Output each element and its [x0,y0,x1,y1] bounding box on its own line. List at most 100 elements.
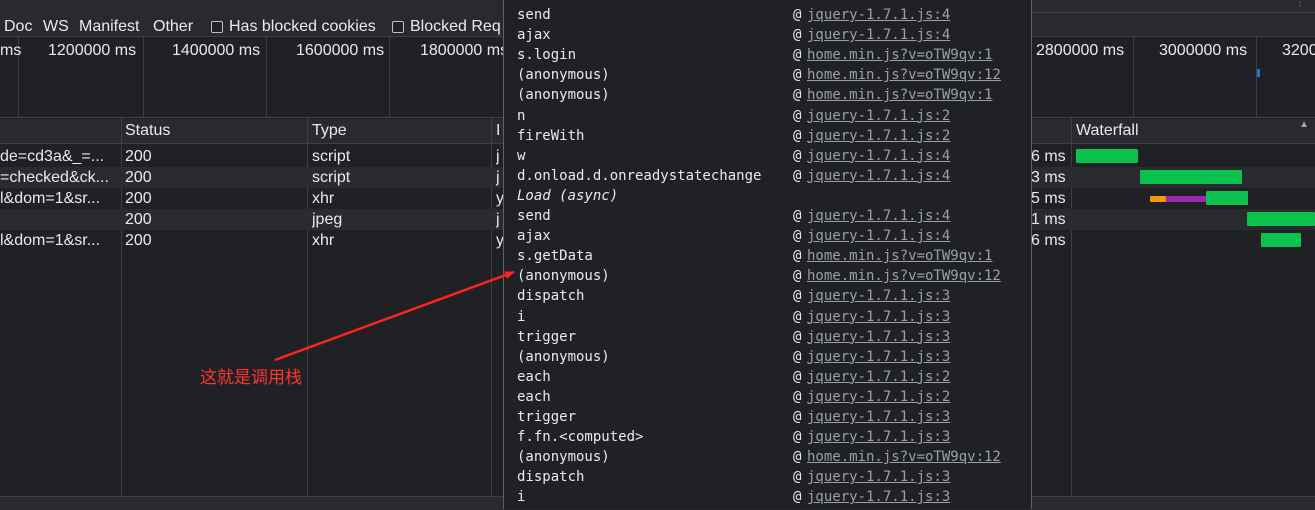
column-initiator[interactable]: I [492,119,500,143]
column-waterfall[interactable]: Waterfall [1072,119,1139,143]
request-name: de=cd3a&_=... [0,148,105,165]
function-name: f.fn.<computed> [517,429,644,446]
source-link[interactable]: jquery-1.7.1.js:3 [807,347,950,367]
tick-label: 3200 [1282,42,1315,59]
request-status: 200 [125,190,152,207]
at-symbol: @ [793,409,802,425]
at-symbol: @ [793,27,802,44]
filter-other[interactable]: Other [153,17,193,37]
source-link[interactable]: jquery-1.7.1.js:2 [807,106,950,126]
source-link[interactable]: home.min.js?v=oTW9qv:12 [807,447,1001,467]
initiator-call-stack-popup: send @ jquery-1.7.1.js:4 ajax @ jquery-1.7.1.… [503,0,1032,509]
function-name: dispatch [517,469,585,486]
function-name: (anonymous) [517,87,610,104]
request-initiator[interactable]: j [496,209,500,230]
at-symbol: @ [793,429,802,446]
function-name: s.login [517,47,577,64]
request-type: script [312,169,351,186]
call-stack-frame: n @ jquery-1.7.1.js:2 [504,106,1031,126]
tick-label: 1400000 ms [172,42,261,59]
request-time: 6 ms [1031,148,1066,165]
source-link[interactable]: jquery-1.7.1.js:3 [807,487,950,507]
source-link[interactable]: jquery-1.7.1.js:2 [807,387,950,407]
source-link[interactable]: jquery-1.7.1.js:3 [807,407,950,427]
request-status: 200 [125,148,152,165]
source-link[interactable]: jquery-1.7.1.js:4 [807,5,950,25]
filter-doc[interactable]: Doc [4,17,32,37]
annotation-text: 这就是调用栈 [200,368,302,388]
call-stack-frame: send @ jquery-1.7.1.js:4 [504,5,1031,25]
function-name: d.onload.d.onreadystatechange [517,167,762,184]
sort-arrow-icon[interactable]: ▲ [1299,119,1309,130]
request-name: l&dom=1&sr... [0,232,101,249]
request-status: 200 [125,211,152,228]
tick-line [389,37,390,117]
source-link[interactable]: jquery-1.7.1.js:3 [807,467,950,487]
call-stack-frame: trigger @ jquery-1.7.1.js:3 [504,327,1031,347]
checkbox-box[interactable] [211,21,223,33]
column-type[interactable]: Type [308,119,347,143]
column-status[interactable]: Status [121,119,170,143]
call-stack-frame: each @ jquery-1.7.1.js:2 [504,367,1031,387]
source-link[interactable]: jquery-1.7.1.js:3 [807,307,950,327]
at-symbol: @ [793,348,802,365]
request-initiator[interactable]: j [496,146,500,167]
has-blocked-cookies-checkbox[interactable]: Has blocked cookies [211,17,376,37]
source-link[interactable]: home.min.js?v=oTW9qv:12 [807,65,1001,85]
function-name: each [517,388,551,405]
at-symbol: @ [793,67,802,84]
function-name: ajax [517,27,551,44]
at-symbol: @ [793,87,802,104]
call-stack-frame: each @ jquery-1.7.1.js:2 [504,387,1031,407]
async-boundary-label: Load (async) [517,187,619,204]
request-time: 6 ms [1031,232,1066,249]
request-status: 200 [125,232,152,249]
source-link[interactable]: jquery-1.7.1.js:4 [807,226,950,246]
source-link[interactable]: jquery-1.7.1.js:3 [807,327,950,347]
source-link[interactable]: jquery-1.7.1.js:4 [807,146,950,166]
source-link[interactable]: jquery-1.7.1.js:2 [807,367,950,387]
source-link[interactable]: home.min.js?v=oTW9qv:12 [807,266,1001,286]
toolbar-right-area: ⋮ [1030,0,1315,13]
call-stack-frame: f.fn.<computed> @ jquery-1.7.1.js:3 [504,427,1031,447]
call-stack-frame: (anonymous) @ home.min.js?v=oTW9qv:12 [504,266,1031,286]
source-link[interactable]: home.min.js?v=oTW9qv:1 [807,45,992,65]
source-link[interactable]: jquery-1.7.1.js:2 [807,126,950,146]
blocked-requests-checkbox[interactable]: Blocked Req [392,17,501,37]
tick-label: 2800000 ms [1036,42,1125,59]
function-name: i [517,308,526,325]
tick-line [1256,37,1257,117]
source-link[interactable]: home.min.js?v=oTW9qv:1 [807,246,992,266]
call-stack-frame: i @ jquery-1.7.1.js:3 [504,307,1031,327]
request-name: l&dom=1&sr... [0,190,101,207]
tick-line [266,37,267,117]
source-link[interactable]: home.min.js?v=oTW9qv:1 [807,85,992,105]
source-link[interactable]: jquery-1.7.1.js:4 [807,166,950,186]
filter-manifest[interactable]: Manifest [79,17,139,37]
source-link[interactable]: jquery-1.7.1.js:4 [807,206,950,226]
call-stack-frame: w @ jquery-1.7.1.js:4 [504,146,1031,166]
at-symbol: @ [793,167,802,184]
call-stack-frame: (anonymous) @ home.min.js?v=oTW9qv:12 [504,447,1031,467]
call-stack-frame: (anonymous) @ home.min.js?v=oTW9qv:1 [504,85,1031,105]
filter-ws[interactable]: WS [43,17,69,37]
function-name: n [517,107,526,124]
function-name: fireWith [517,127,585,144]
request-time: 5 ms [1031,190,1066,207]
at-symbol: @ [793,208,802,224]
source-link[interactable]: jquery-1.7.1.js:4 [807,25,950,45]
request-initiator[interactable]: j [496,167,500,188]
tick-label: 1200000 ms [48,42,137,59]
waterfall-bar [1247,212,1315,226]
function-name: (anonymous) [517,348,610,365]
more-icon[interactable]: ⋮ [1295,0,1305,8]
waterfall-ssl-bar [1166,196,1206,202]
call-stack-frame: (anonymous) @ jquery-1.7.1.js:3 [504,347,1031,367]
function-name: send [517,208,551,224]
call-stack-frame: (anonymous) @ home.min.js?v=oTW9qv:12 [504,65,1031,85]
source-link[interactable]: jquery-1.7.1.js:3 [807,427,950,447]
source-link[interactable]: jquery-1.7.1.js:3 [807,286,950,306]
checkbox-box[interactable] [392,21,404,33]
waterfall-bar [1140,170,1242,184]
at-symbol: @ [793,47,802,64]
